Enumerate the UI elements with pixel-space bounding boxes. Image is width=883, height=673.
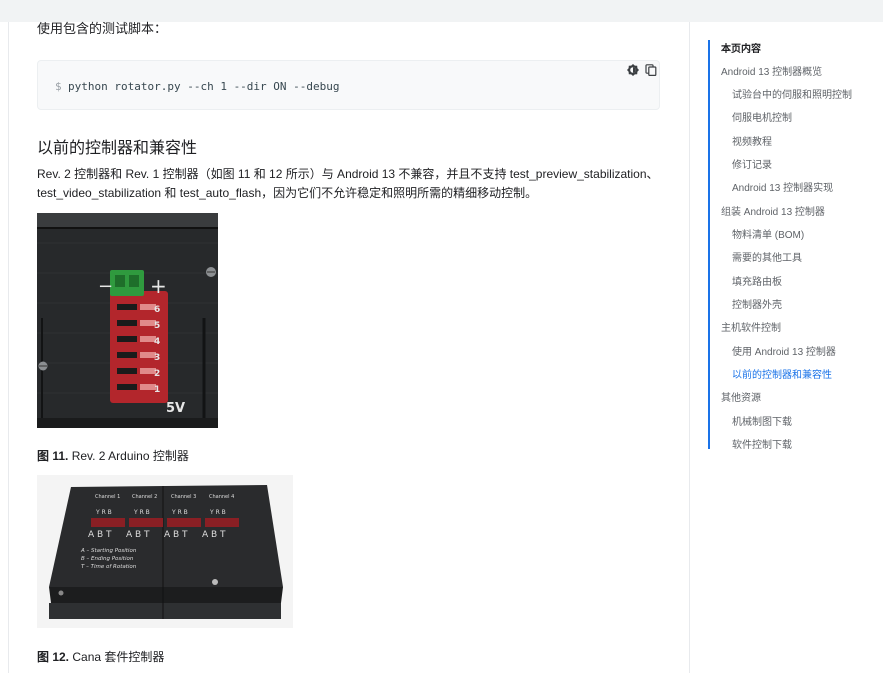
- fig11-channel-3: 3: [154, 353, 160, 363]
- toc-title: 本页内容: [721, 44, 761, 55]
- fig12-yrb-3: Y R B: [171, 509, 188, 516]
- copy-icon[interactable]: [645, 64, 657, 76]
- dark-theme-icon[interactable]: [627, 64, 639, 76]
- toc-item[interactable]: 伺服电机控制: [732, 109, 792, 124]
- fig12-abt-1: A B T: [88, 530, 112, 540]
- figure-12-caption-label: 图 12.: [37, 650, 70, 664]
- toc-item[interactable]: Android 13 控制器概览: [721, 63, 822, 78]
- toc-divider: [689, 22, 690, 673]
- toc-item[interactable]: 物料清单 (BOM): [732, 226, 804, 241]
- toc-item[interactable]: 修订记录: [732, 156, 772, 171]
- code-command[interactable]: python rotator.py --ch 1 --dir ON --debu…: [68, 80, 340, 93]
- fig12-yrb-2: Y R B: [133, 509, 150, 516]
- toc-item[interactable]: 使用 Android 13 控制器: [732, 343, 836, 358]
- fig11-minus-label: −: [98, 276, 113, 297]
- fig12-legend-a: A – Starting Position: [80, 548, 137, 554]
- paragraph-line-1: Rev. 2 控制器和 Rev. 1 控制器（如图 11 和 12 所示）与 A…: [37, 167, 659, 181]
- fig12-abt-4: A B T: [202, 530, 226, 540]
- paragraph-line-2: test_video_stabilization 和 test_auto_fla…: [37, 186, 538, 200]
- figure-12-caption: 图 12. Cana 套件控制器: [37, 648, 164, 665]
- fig12-abt-3: A B T: [164, 530, 188, 540]
- shell-prompt: $: [55, 80, 62, 93]
- toc-item-active[interactable]: 以前的控制器和兼容性: [732, 366, 832, 381]
- fig12-legend-b: B – Ending Position: [81, 556, 134, 562]
- fig12-yrb-1: Y R B: [95, 509, 112, 516]
- figure-12-image: Channel 1 Channel 2 Channel 3 Channel 4 …: [37, 475, 293, 628]
- figure-12-caption-text: Cana 套件控制器: [69, 650, 165, 664]
- toc-item[interactable]: Android 13 控制器实现: [732, 179, 833, 194]
- toc-indicator-bar: [708, 40, 710, 449]
- fig12-yrb-4: Y R B: [209, 509, 226, 516]
- fig12-channel-2: Channel 2: [132, 494, 157, 500]
- toc-item[interactable]: 机械制图下载: [732, 413, 792, 428]
- fig12-legend-t: T – Time of Rotation: [81, 564, 137, 570]
- section-heading: 以前的控制器和兼容性: [37, 140, 198, 157]
- fig12-abt-2: A B T: [126, 530, 150, 540]
- toc-item[interactable]: 需要的其他工具: [732, 249, 802, 264]
- toc-item[interactable]: 主机软件控制: [721, 319, 781, 334]
- toc-item[interactable]: 控制器外壳: [732, 296, 782, 311]
- fig11-voltage-label: 5V: [166, 401, 185, 416]
- fig11-channel-2: 2: [154, 369, 160, 379]
- toc-item[interactable]: 组装 Android 13 控制器: [721, 203, 825, 218]
- figure-11-caption-text: Rev. 2 Arduino 控制器: [68, 449, 189, 463]
- toc-item[interactable]: 其他资源: [721, 389, 761, 404]
- fig11-channel-5: 5: [154, 321, 160, 331]
- toc-item[interactable]: 填充路由板: [732, 273, 782, 288]
- toc-item[interactable]: 试验台中的伺服和照明控制: [732, 86, 852, 101]
- section-paragraph: Rev. 2 控制器和 Rev. 1 控制器（如图 11 和 12 所示）与 A…: [37, 165, 662, 203]
- fig11-channel-1: 1: [154, 385, 160, 395]
- toc-item[interactable]: 软件控制下载: [732, 436, 792, 451]
- figure-11-caption-label: 图 11.: [37, 449, 69, 463]
- fig11-plus-label: +: [150, 274, 167, 298]
- code-block[interactable]: $ python rotator.py --ch 1 --dir ON --de…: [37, 60, 660, 110]
- fig12-channel-3: Channel 3: [171, 494, 196, 500]
- fig11-channel-6: 6: [154, 305, 160, 315]
- figure-11-caption: 图 11. Rev. 2 Arduino 控制器: [37, 447, 189, 464]
- fig11-channel-4: 4: [154, 337, 160, 347]
- figure-11-image: − + 6 5 4 3 2 1 5V: [37, 213, 218, 428]
- fig12-channel-1: Channel 1: [95, 494, 120, 500]
- fig12-channel-4: Channel 4: [209, 494, 234, 500]
- toc-item[interactable]: 视频教程: [732, 133, 772, 148]
- content-left-border: [8, 22, 9, 673]
- intro-text: 使用包含的测试脚本：: [37, 21, 168, 36]
